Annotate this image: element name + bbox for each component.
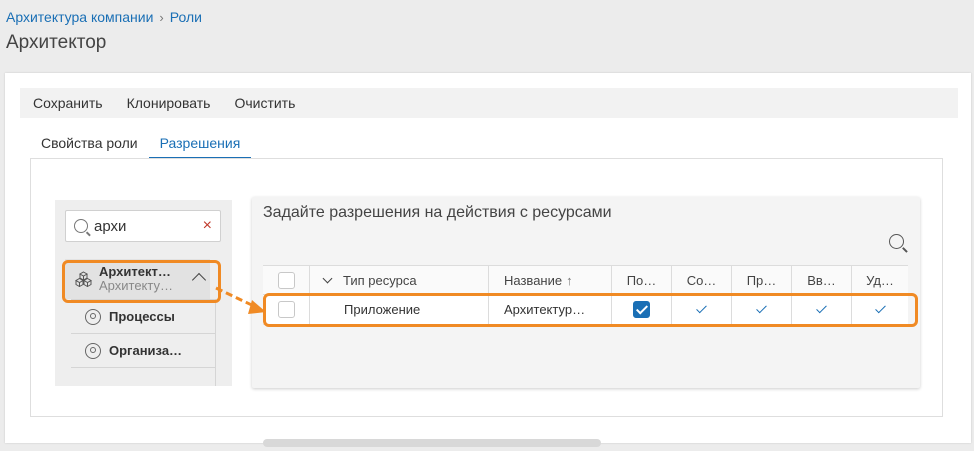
select-all-checkbox[interactable] — [277, 271, 295, 289]
permissions-title: Задайте разрешения на действия с ресурса… — [263, 204, 612, 221]
tree-node-label: Процессы — [109, 309, 175, 324]
chevron-down-icon[interactable] — [322, 273, 333, 283]
tree-search: × — [65, 210, 221, 242]
breadcrumb-separator: › — [159, 9, 164, 25]
tab-permissions[interactable]: Разрешения — [148, 129, 252, 159]
save-button[interactable]: Сохранить — [33, 95, 103, 111]
target-icon — [85, 342, 101, 359]
toolbar: Сохранить Клонировать Очистить — [20, 88, 958, 118]
breadcrumb-current-link[interactable]: Роли — [170, 9, 202, 25]
breadcrumb: Архитектура компании › Роли — [6, 9, 202, 25]
page-title: Архитектор — [6, 32, 107, 53]
role-card: Сохранить Клонировать Очистить Свойства … — [5, 73, 971, 447]
header-col-5[interactable]: Уд… — [852, 266, 908, 294]
header-col-4[interactable]: Вв… — [792, 266, 852, 294]
clone-button[interactable]: Клонировать — [127, 95, 211, 111]
header-label: Тип ресурса — [343, 272, 417, 288]
tree-node-organization[interactable]: Организа… — [71, 333, 215, 367]
highlight-permission-row — [263, 293, 918, 327]
search-icon — [74, 219, 88, 233]
highlight-tree-node — [62, 260, 221, 303]
horizontal-scrollbar[interactable] — [263, 439, 601, 447]
tree-node-partial — [71, 367, 215, 386]
header-label: Название — [504, 272, 563, 288]
tree-node-label: Организа… — [109, 343, 183, 358]
header-resource-type[interactable]: Тип ресурса — [310, 266, 489, 294]
header-col-2[interactable]: Со… — [672, 266, 732, 294]
header-col-1[interactable]: По… — [612, 266, 672, 294]
tabs: Свойства роли Разрешения — [30, 129, 252, 159]
grid-header: Тип ресурса Название ↑ По… Со… Пр… Вв… У… — [263, 265, 908, 295]
tab-role-properties[interactable]: Свойства роли — [30, 129, 149, 159]
tree-node-processes[interactable]: Процессы — [71, 299, 215, 333]
dashed-arrow-icon — [215, 286, 266, 314]
tree-search-input[interactable] — [92, 216, 192, 236]
header-col-3[interactable]: Пр… — [732, 266, 792, 294]
sort-asc-icon: ↑ — [566, 272, 573, 288]
clear-icon[interactable]: × — [203, 217, 212, 235]
breadcrumb-parent-link[interactable]: Архитектура компании — [6, 9, 153, 25]
header-name[interactable]: Название ↑ — [489, 266, 612, 294]
search-icon[interactable] — [889, 234, 904, 249]
target-icon — [85, 308, 101, 325]
clear-button[interactable]: Очистить — [234, 95, 295, 111]
